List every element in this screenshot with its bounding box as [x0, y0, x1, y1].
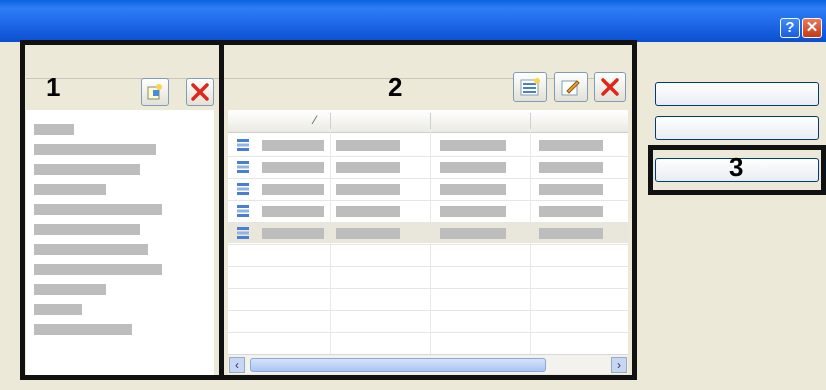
panel-1-highlight	[20, 40, 224, 380]
dialog-button-2[interactable]	[655, 116, 819, 140]
panel-3-highlight	[648, 145, 826, 195]
panel-2-highlight	[219, 40, 637, 380]
close-button[interactable]: ✕	[802, 18, 822, 38]
dialog-button-1[interactable]	[655, 82, 819, 106]
help-button[interactable]: ?	[780, 18, 800, 38]
title-bar: ? ✕	[0, 0, 826, 42]
